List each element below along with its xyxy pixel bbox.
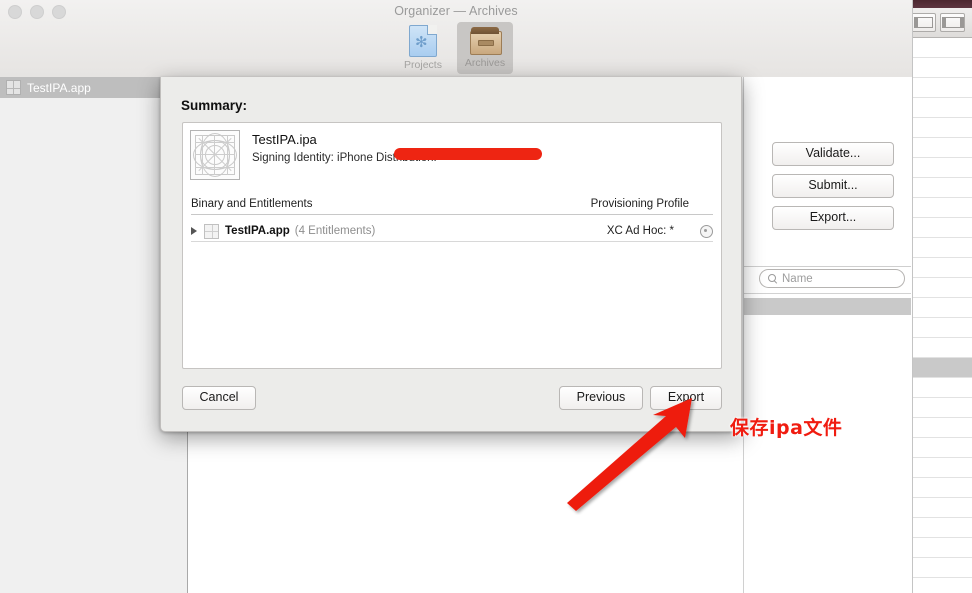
background-window <box>905 0 972 593</box>
previous-button[interactable]: Previous <box>559 386 643 410</box>
background-row <box>906 338 972 358</box>
archive-summary-row: TestIPA.ipa Signing Identity: iPhone Dis… <box>190 130 542 180</box>
app-placeholder-icon <box>190 130 240 180</box>
titlebar: Organizer — Archives ✻ Projects Archives <box>0 0 912 78</box>
background-row <box>906 298 972 318</box>
background-row <box>906 578 972 593</box>
search-icon <box>768 274 777 283</box>
entitlements-count: (4 Entitlements) <box>294 225 376 237</box>
archive-name: TestIPA.ipa <box>252 132 317 147</box>
cancel-button[interactable]: Cancel <box>182 386 256 410</box>
entitlements-row[interactable]: TestIPA.app (4 Entitlements) XC Ad Hoc: … <box>191 221 713 242</box>
archives-icon <box>470 25 502 55</box>
background-window-toolbar <box>906 8 972 38</box>
info-icon[interactable] <box>700 224 713 238</box>
background-row <box>906 198 972 218</box>
organizer-window: Organizer — Archives ✻ Projects Archives <box>0 0 913 593</box>
redaction-bar <box>394 148 542 160</box>
background-row <box>906 118 972 138</box>
background-row <box>906 558 972 578</box>
tab-projects-label: Projects <box>404 59 442 71</box>
background-row <box>906 538 972 558</box>
background-row <box>906 458 972 478</box>
validate-button[interactable]: Validate... <box>772 142 894 166</box>
background-row <box>906 438 972 458</box>
column-header-binary: Binary and Entitlements <box>191 198 313 210</box>
app-icon <box>6 80 21 95</box>
background-row <box>906 498 972 518</box>
editor-layout-standard-icon[interactable] <box>911 13 936 32</box>
editor-layout-assistant-icon[interactable] <box>940 13 965 32</box>
background-row <box>906 258 972 278</box>
tab-archives[interactable]: Archives <box>457 22 513 74</box>
background-row <box>906 418 972 438</box>
signing-identity: Signing Identity: iPhone Distribution: <box>252 148 542 164</box>
archive-action-buttons: Validate... Submit... Export... <box>772 142 894 230</box>
background-row <box>906 218 972 238</box>
binary-file-icon <box>204 223 219 239</box>
provisioning-profile-cell: XC Ad Hoc: * <box>606 224 713 238</box>
sidebar-item-testipa-app[interactable]: TestIPA.app <box>0 77 187 98</box>
window-title: Organizer — Archives <box>394 4 518 18</box>
background-row <box>906 238 972 258</box>
background-row <box>906 58 972 78</box>
content-divider <box>743 77 744 593</box>
background-row <box>906 398 972 418</box>
annotation-label: 保存ipa文件 <box>730 417 843 439</box>
background-row <box>906 318 972 338</box>
background-row <box>906 158 972 178</box>
toolbar-tabs: ✻ Projects Archives <box>395 22 513 74</box>
sheet-title: Summary: <box>181 98 248 113</box>
search-separator-top <box>744 266 911 267</box>
binary-name: TestIPA.app <box>225 225 290 237</box>
disclosure-triangle-icon[interactable] <box>191 227 197 235</box>
background-window-rows <box>906 38 972 593</box>
search-input[interactable]: Name <box>759 269 905 288</box>
export-side-button[interactable]: Export... <box>772 206 894 230</box>
table-row[interactable] <box>744 298 911 315</box>
projects-icon: ✻ <box>409 25 437 57</box>
column-header-profile: Provisioning Profile <box>590 198 689 210</box>
background-window-titlebar <box>906 0 972 8</box>
tab-projects[interactable]: ✻ Projects <box>395 22 451 74</box>
background-row <box>906 38 972 58</box>
summary-panel: TestIPA.ipa Signing Identity: iPhone Dis… <box>182 122 722 369</box>
sidebar-item-label: TestIPA.app <box>27 80 91 95</box>
provisioning-profile-value: XC Ad Hoc: * <box>606 225 674 237</box>
background-row <box>906 278 972 298</box>
background-row <box>906 358 972 378</box>
submit-button[interactable]: Submit... <box>772 174 894 198</box>
search-separator-bottom <box>744 293 911 294</box>
tab-archives-label: Archives <box>464 57 506 69</box>
background-row <box>906 98 972 118</box>
background-row <box>906 78 972 98</box>
table-header: Binary and Entitlements Provisioning Pro… <box>191 198 713 215</box>
search-placeholder: Name <box>782 272 813 285</box>
background-row <box>906 178 972 198</box>
screen: Organizer — Archives ✻ Projects Archives <box>0 0 972 593</box>
background-row <box>906 478 972 498</box>
background-row <box>906 378 972 398</box>
export-button[interactable]: Export <box>650 386 722 410</box>
export-sheet: Summary: TestIPA.ipa Signing Identity: i… <box>160 77 742 432</box>
background-row <box>906 518 972 538</box>
background-row <box>906 138 972 158</box>
